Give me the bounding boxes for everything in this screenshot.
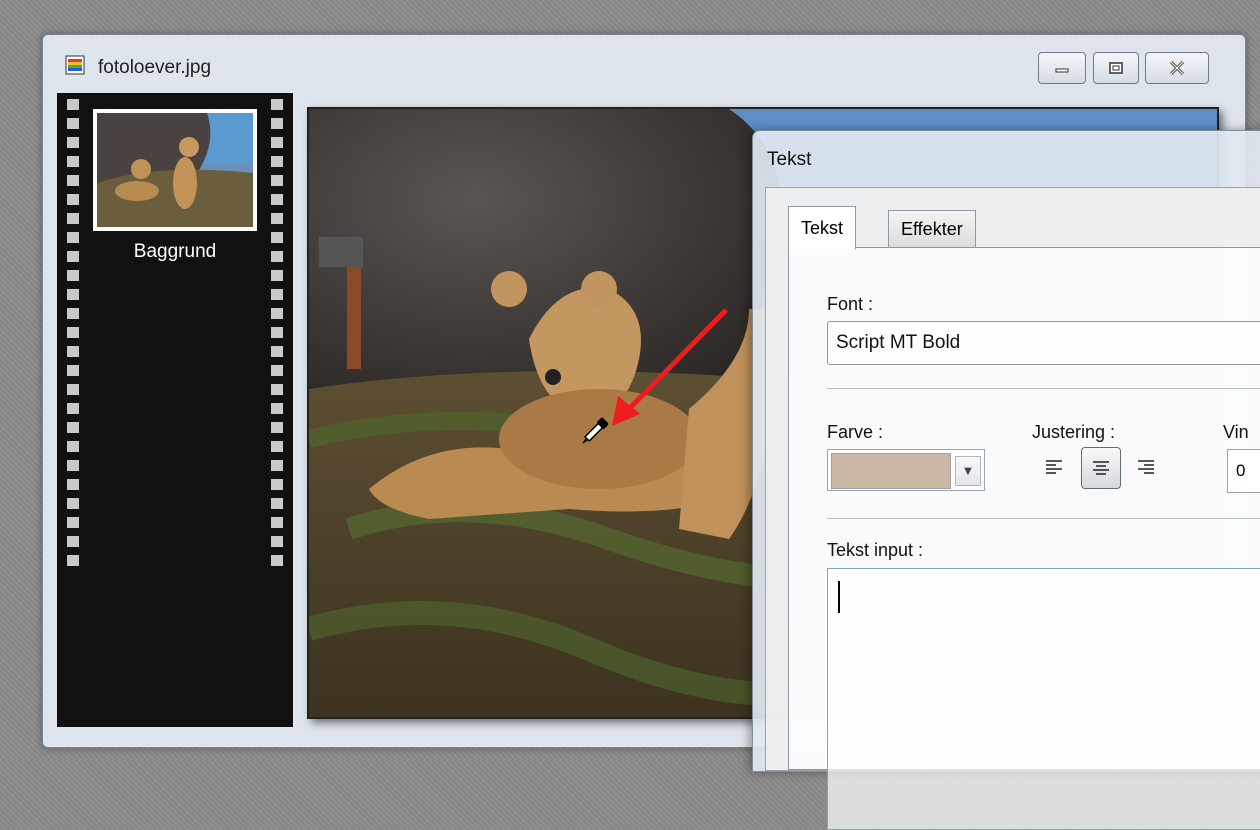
text-caret bbox=[838, 581, 840, 613]
film-sprocket-hole bbox=[271, 270, 283, 281]
thumbnail-label: Baggrund bbox=[133, 241, 217, 262]
film-sprocket-hole bbox=[67, 403, 79, 414]
dialog-title: Tekst bbox=[767, 149, 812, 170]
title-bar[interactable]: fotoloever.jpg bbox=[43, 35, 1245, 93]
text-input-label: Tekst input : bbox=[827, 540, 924, 560]
text-dialog: Tekst Tekst Effekter Font : Script MT Bo… bbox=[752, 130, 1260, 830]
film-sprocket-hole bbox=[67, 346, 79, 357]
film-sprocket-hole bbox=[67, 422, 79, 433]
film-sprocket-hole bbox=[271, 327, 283, 338]
layer-thumbnail[interactable] bbox=[93, 109, 257, 231]
close-icon bbox=[1169, 60, 1185, 76]
angle-input[interactable]: 0 bbox=[1227, 449, 1260, 493]
font-select-value: Script MT Bold bbox=[836, 332, 961, 353]
angle-label: Vin bbox=[1223, 422, 1249, 442]
film-sprocket-hole bbox=[271, 137, 283, 148]
film-sprocket-hole bbox=[67, 517, 79, 528]
film-sprockets-left bbox=[63, 93, 83, 727]
film-sprocket-hole bbox=[67, 365, 79, 376]
film-sprocket-hole bbox=[67, 479, 79, 490]
film-sprocket-hole bbox=[271, 194, 283, 205]
film-sprocket-hole bbox=[67, 555, 79, 566]
film-sprocket-hole bbox=[271, 498, 283, 509]
film-sprocket-hole bbox=[271, 384, 283, 395]
font-label: Font : bbox=[827, 294, 874, 314]
film-sprocket-hole bbox=[67, 384, 79, 395]
align-left-button[interactable] bbox=[1035, 447, 1073, 487]
align-center-button[interactable] bbox=[1081, 447, 1121, 489]
color-label: Farve : bbox=[827, 422, 884, 442]
chevron-down-icon[interactable]: ▼ bbox=[955, 456, 981, 486]
film-sprocket-hole bbox=[271, 118, 283, 129]
film-sprocket-hole bbox=[67, 498, 79, 509]
film-sprockets-right bbox=[267, 93, 287, 727]
maximize-button[interactable] bbox=[1093, 52, 1139, 84]
maximize-icon bbox=[1109, 62, 1123, 74]
film-sprocket-hole bbox=[67, 194, 79, 205]
text-input-area[interactable] bbox=[827, 568, 1260, 830]
divider bbox=[827, 518, 1260, 519]
film-sprocket-hole bbox=[271, 403, 283, 414]
film-sprocket-hole bbox=[271, 156, 283, 167]
film-sprocket-hole bbox=[67, 118, 79, 129]
lion-thumbnail-image bbox=[97, 113, 253, 227]
film-sprocket-hole bbox=[67, 536, 79, 547]
film-sprocket-hole bbox=[67, 460, 79, 471]
film-sprocket-hole bbox=[67, 251, 79, 262]
film-sprocket-hole bbox=[67, 289, 79, 300]
film-sprocket-hole bbox=[271, 251, 283, 262]
film-sprocket-hole bbox=[271, 308, 283, 319]
film-sprocket-hole bbox=[271, 441, 283, 452]
tab-tekst[interactable]: Tekst bbox=[788, 206, 857, 249]
film-sprocket-hole bbox=[67, 308, 79, 319]
film-sprocket-hole bbox=[271, 289, 283, 300]
window-title: fotoloever.jpg bbox=[98, 57, 212, 78]
film-sprocket-hole bbox=[271, 479, 283, 490]
film-sprocket-hole bbox=[271, 536, 283, 547]
minimize-icon bbox=[1055, 68, 1069, 73]
tab-panel: Font : Script MT Bold ▼ Farve : ▼ Juster… bbox=[788, 247, 1260, 830]
film-sprocket-hole bbox=[67, 327, 79, 338]
align-left-icon bbox=[1046, 460, 1062, 474]
color-picker[interactable]: ▼ bbox=[827, 449, 985, 491]
align-center-icon bbox=[1093, 461, 1109, 475]
film-sprocket-hole bbox=[271, 232, 283, 243]
film-sprocket-hole bbox=[271, 555, 283, 566]
film-sprocket-hole bbox=[271, 422, 283, 433]
filmstrip: Baggrund bbox=[57, 93, 293, 727]
film-sprocket-hole bbox=[271, 460, 283, 471]
film-sprocket-hole bbox=[67, 213, 79, 224]
film-sprocket-hole bbox=[67, 156, 79, 167]
film-sprocket-hole bbox=[271, 346, 283, 357]
film-sprocket-hole bbox=[271, 517, 283, 528]
align-right-button[interactable] bbox=[1127, 447, 1165, 487]
film-sprocket-hole bbox=[67, 270, 79, 281]
tab-effekter[interactable]: Effekter bbox=[888, 210, 976, 247]
color-swatch bbox=[831, 453, 951, 489]
angle-value: 0 bbox=[1236, 461, 1246, 480]
close-button[interactable] bbox=[1145, 52, 1209, 84]
film-sprocket-hole bbox=[271, 365, 283, 376]
dialog-body: Tekst Effekter Font : Script MT Bold ▼ F… bbox=[765, 187, 1260, 830]
align-right-icon bbox=[1138, 460, 1154, 474]
film-sprocket-hole bbox=[271, 99, 283, 110]
film-sprocket-hole bbox=[67, 175, 79, 186]
film-sprocket-hole bbox=[67, 232, 79, 243]
divider bbox=[827, 388, 1260, 389]
film-sprocket-hole bbox=[67, 441, 79, 452]
film-sprocket-hole bbox=[67, 99, 79, 110]
film-sprocket-hole bbox=[67, 137, 79, 148]
alignment-label: Justering : bbox=[1032, 422, 1116, 442]
film-sprocket-hole bbox=[271, 213, 283, 224]
font-select[interactable]: Script MT Bold ▼ bbox=[827, 321, 1260, 365]
minimize-button[interactable] bbox=[1038, 52, 1086, 84]
image-file-icon bbox=[65, 55, 85, 75]
film-sprocket-hole bbox=[271, 175, 283, 186]
